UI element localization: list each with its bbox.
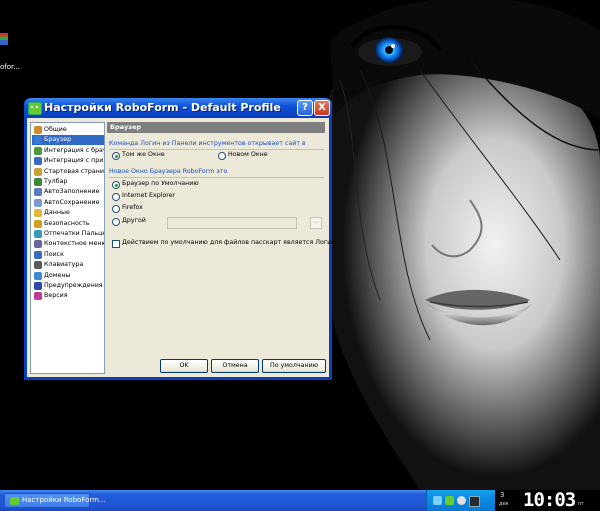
clock-widget[interactable]: 3 дек 10:03 пт xyxy=(495,489,600,511)
dialog-client-area: Общие Браузер Интеграция с брау Интеграция … xyxy=(27,118,335,377)
sidebar-item-label: Общие xyxy=(44,126,67,133)
desktop-shortcut-label: ofor... xyxy=(0,63,20,71)
window-title: Настройки RoboForm - Default Profile xyxy=(44,101,281,114)
volume-icon[interactable] xyxy=(457,496,466,505)
radio-firefox[interactable] xyxy=(112,205,120,213)
sidebar-item[interactable]: АвтоСохранение xyxy=(32,198,104,208)
toolbar-icon xyxy=(34,178,42,186)
date-day: 3 xyxy=(500,491,505,499)
date-month: дек xyxy=(499,501,509,507)
sidebar-item-label: Предупреждения xyxy=(44,282,103,289)
sidebar-item[interactable]: Интеграция с брау xyxy=(32,146,104,156)
page-icon xyxy=(34,167,42,176)
sidebar-item[interactable]: Контекстное меню xyxy=(32,239,104,249)
sidebar-item-label: Браузер xyxy=(44,136,72,144)
roboform-settings-dialog: Настройки RoboForm - Default Profile ? X… xyxy=(24,98,335,380)
browse-button[interactable]: ... xyxy=(310,217,322,229)
radio-same-window-label: Том же Окне xyxy=(122,151,165,158)
sidebar-item-label: АвтоЗаполнение xyxy=(44,188,100,196)
clock-time: 10:03 xyxy=(523,489,576,511)
sidebar-item-label: Безопасность xyxy=(44,219,90,227)
new-window-group-divider xyxy=(109,177,324,178)
radio-other-browser-label: Другой xyxy=(122,217,146,224)
window-icon xyxy=(34,157,42,166)
sidebar-item-label: Тулбар xyxy=(44,178,68,185)
save-icon xyxy=(34,198,42,207)
sidebar-item[interactable]: Общие xyxy=(32,125,104,135)
sidebar-item-label: Клавиатура xyxy=(44,261,84,269)
sidebar-item-label: Стартовая страниц xyxy=(44,167,105,175)
roboform-icon xyxy=(10,497,19,505)
sidebar-item[interactable]: Данные xyxy=(32,208,104,218)
search-icon xyxy=(34,250,42,259)
sidebar-item[interactable]: Клавиатура xyxy=(32,260,104,270)
sidebar-item[interactable]: Предупреждения xyxy=(32,281,104,291)
sidebar-item[interactable]: Интеграция с прил xyxy=(32,156,104,166)
login-group-divider xyxy=(109,149,324,150)
restore-defaults-button[interactable]: По умолчанию xyxy=(262,359,326,373)
sidebar-item[interactable]: Браузер xyxy=(32,135,104,146)
shield-icon xyxy=(34,219,42,228)
monitor-icon[interactable] xyxy=(469,496,480,507)
pencil-icon xyxy=(34,188,42,197)
radio-internet-explorer-label: Internet Explorer xyxy=(122,192,176,199)
sidebar-item[interactable]: Домены xyxy=(32,271,104,281)
title-bar[interactable]: Настройки RoboForm - Default Profile ? X xyxy=(24,98,332,118)
page-title: Браузер xyxy=(107,122,325,133)
radio-new-window[interactable] xyxy=(218,152,226,160)
sidebar-item-label: АвтоСохранение xyxy=(44,198,100,206)
roboform-icon xyxy=(28,102,42,115)
radio-default-browser-label: Браузер по Умолчанию xyxy=(122,180,199,187)
desktop-shortcut[interactable]: ofor... xyxy=(0,33,22,73)
other-browser-path-input[interactable] xyxy=(167,217,297,229)
puzzle-icon xyxy=(34,146,42,155)
sidebar-item[interactable]: АвтоЗаполнение xyxy=(32,187,104,197)
network-icon[interactable] xyxy=(433,496,442,505)
close-button[interactable]: X xyxy=(314,100,330,116)
sidebar-item-label: Интеграция с брау xyxy=(44,146,105,154)
radio-same-window[interactable] xyxy=(112,152,120,160)
settings-category-list[interactable]: Общие Браузер Интеграция с брау Интеграция … xyxy=(30,122,105,374)
sidebar-item-label: Отпечатки Пальцев xyxy=(44,230,105,237)
taskbar-window-label: Настройки RoboForm... xyxy=(22,496,106,504)
sidebar-item[interactable]: Безопасность xyxy=(32,219,104,229)
taskbar-window-button[interactable]: Настройки RoboForm... xyxy=(4,493,106,508)
fingerprint-icon xyxy=(34,230,42,238)
menu-icon xyxy=(34,240,42,249)
keyboard-icon xyxy=(34,261,42,270)
app-icon xyxy=(0,33,8,45)
gear-icon xyxy=(34,126,42,134)
radio-firefox-label: Firefox xyxy=(122,204,143,211)
radio-internet-explorer[interactable] xyxy=(112,193,120,201)
passcard-login-checkbox-label: Действием по умолчанию для файлов пасска… xyxy=(122,239,336,246)
sidebar-item-label: Интеграция с прил xyxy=(44,157,105,165)
globe-icon xyxy=(34,271,42,280)
ok-button[interactable]: OK xyxy=(160,359,208,373)
radio-other-browser[interactable] xyxy=(112,218,120,226)
sidebar-item[interactable]: Отпечатки Пальцев xyxy=(32,229,104,239)
sidebar-item-label: Версия xyxy=(44,292,68,300)
sidebar-item[interactable]: Тулбар xyxy=(32,177,104,187)
radio-default-browser[interactable] xyxy=(112,181,120,189)
sidebar-item-label: Домены xyxy=(44,271,71,279)
checkbox-icon xyxy=(34,282,42,290)
taskbar: Настройки RoboForm... 3 дек 10:03 пт xyxy=(0,489,600,511)
info-icon xyxy=(34,292,42,301)
date-weekday: пт xyxy=(578,501,585,507)
sidebar-item-label: Контекстное меню xyxy=(44,240,105,248)
sidebar-item-label: Поиск xyxy=(44,250,64,258)
passcard-login-checkbox[interactable] xyxy=(112,240,120,248)
sidebar-item-label: Данные xyxy=(44,209,70,217)
new-window-group-title: Новое Окно Браузера RoboForm это xyxy=(109,168,228,175)
login-group-title: Команда Логин из Панели инструментов отк… xyxy=(109,140,306,147)
cancel-button[interactable]: Отмена xyxy=(211,359,259,373)
roboform-tray-icon[interactable] xyxy=(445,496,454,505)
sidebar-item[interactable]: Стартовая страниц xyxy=(32,167,104,177)
sidebar-item[interactable]: Поиск xyxy=(32,250,104,260)
sidebar-item[interactable]: Версия xyxy=(32,291,104,301)
browser-icon xyxy=(34,136,42,145)
folder-icon xyxy=(34,209,42,218)
help-button[interactable]: ? xyxy=(297,100,313,116)
radio-new-window-label: Новом Окне xyxy=(228,151,268,158)
